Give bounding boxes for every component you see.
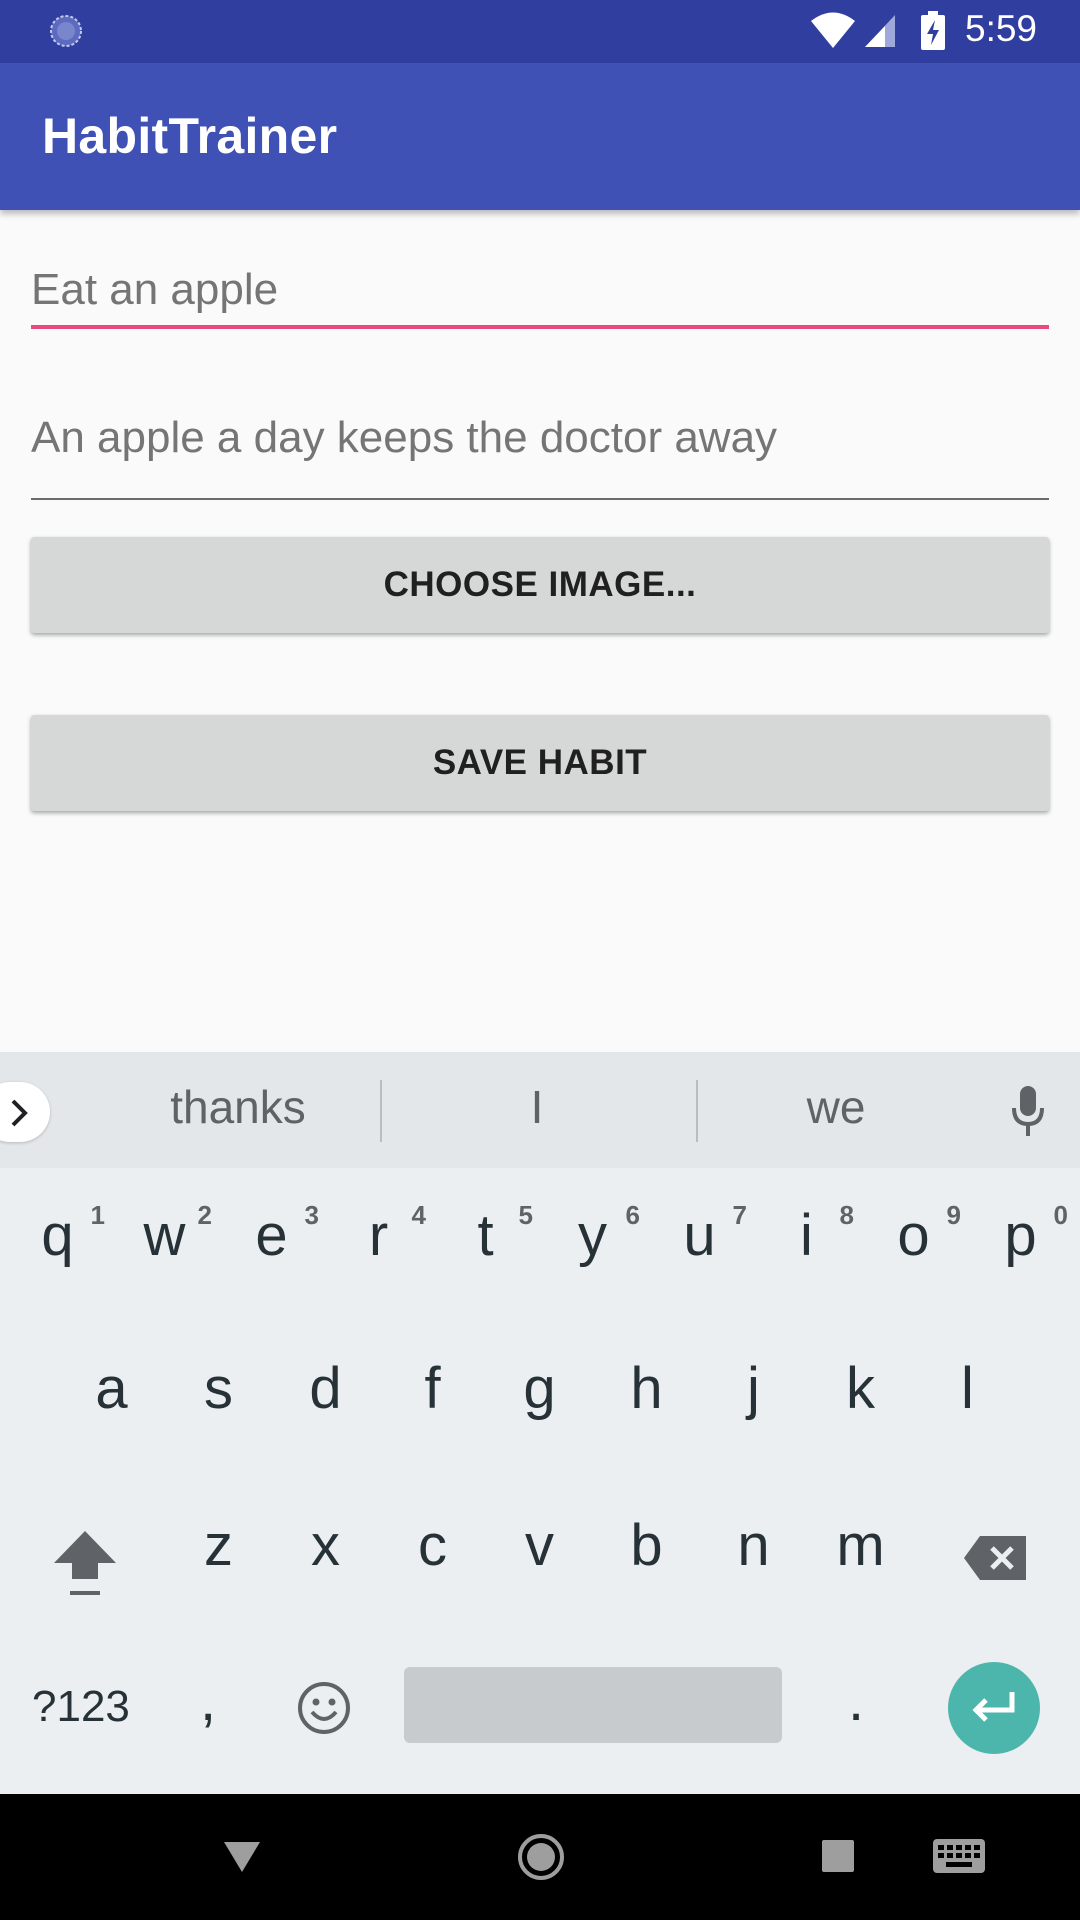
key-hint: 5: [518, 1200, 533, 1230]
key-n[interactable]: n: [700, 1512, 807, 1579]
key-label: e: [255, 1203, 288, 1268]
emoji-icon[interactable]: [296, 1680, 352, 1736]
key-x[interactable]: x: [272, 1512, 379, 1579]
back-triangle-icon[interactable]: [220, 1834, 264, 1878]
key-c[interactable]: c: [379, 1512, 486, 1579]
suggestion-divider: [380, 1080, 382, 1142]
save-habit-button[interactable]: SAVE HABIT: [31, 715, 1049, 811]
enter-key[interactable]: [948, 1662, 1040, 1754]
key-e[interactable]: e3: [218, 1200, 325, 1269]
key-k[interactable]: k: [807, 1355, 914, 1422]
app-bar: HabitTrainer: [0, 63, 1080, 210]
description-input-underline: [31, 498, 1049, 500]
choose-image-button[interactable]: CHOOSE IMAGE...: [31, 537, 1049, 633]
backspace-icon[interactable]: [962, 1534, 1028, 1582]
suggestion-1[interactable]: thanks: [108, 1080, 368, 1134]
key-label: o: [897, 1203, 930, 1268]
habit-title-input[interactable]: [31, 260, 1049, 320]
period-key[interactable]: .: [848, 1667, 864, 1734]
key-y[interactable]: y6: [539, 1200, 646, 1269]
wifi-icon: [811, 12, 855, 48]
key-label: w: [143, 1203, 186, 1268]
key-j[interactable]: j: [700, 1355, 807, 1422]
sync-icon: [50, 15, 82, 47]
key-label: p: [1004, 1203, 1037, 1268]
key-m[interactable]: m: [807, 1512, 914, 1579]
key-label: t: [477, 1203, 494, 1268]
key-label: i: [800, 1203, 813, 1268]
enter-arrow-icon: [972, 1692, 1015, 1722]
title-input-underline: [31, 325, 1049, 329]
space-key[interactable]: [404, 1667, 782, 1743]
key-h[interactable]: h: [593, 1355, 700, 1422]
key-hint: 1: [90, 1200, 105, 1230]
key-hint: 3: [304, 1200, 319, 1230]
key-hint: 4: [411, 1200, 426, 1230]
key-a[interactable]: a: [58, 1355, 165, 1422]
microphone-icon[interactable]: [1010, 1084, 1046, 1138]
key-i[interactable]: i8: [753, 1200, 860, 1269]
key-hint: 0: [1053, 1200, 1068, 1230]
key-w[interactable]: w2: [111, 1200, 218, 1269]
status-bar: 5:59: [0, 0, 1080, 63]
key-d[interactable]: d: [272, 1355, 379, 1422]
key-q[interactable]: q1: [4, 1200, 111, 1269]
suggestion-divider: [696, 1080, 698, 1142]
habit-description-input[interactable]: [31, 408, 1049, 468]
key-hint: 8: [839, 1200, 854, 1230]
key-f[interactable]: f: [379, 1355, 486, 1422]
key-hint: 7: [732, 1200, 747, 1230]
key-label: u: [683, 1203, 716, 1268]
keyboard-switch-icon[interactable]: [932, 1838, 986, 1876]
symbols-key[interactable]: ?123: [32, 1682, 130, 1732]
key-hint: 9: [946, 1200, 961, 1230]
app-title: HabitTrainer: [42, 108, 338, 164]
signal-icon: [865, 15, 895, 47]
expand-toolbar-button[interactable]: [0, 1082, 50, 1142]
key-l[interactable]: l: [914, 1355, 1021, 1422]
key-z[interactable]: z: [165, 1512, 272, 1579]
chevron-right-icon: [11, 1099, 28, 1127]
battery-charging-icon: [921, 11, 945, 50]
shift-icon[interactable]: [52, 1527, 118, 1599]
key-r[interactable]: r4: [325, 1200, 432, 1269]
key-hint: 6: [625, 1200, 640, 1230]
system-nav-bar: [0, 1794, 1080, 1920]
soft-keyboard: thanks I we q1 w2 e3 r4 t5 y6 u7 i8 o9 p…: [0, 1052, 1080, 1794]
suggestion-strip: thanks I we: [0, 1052, 1080, 1168]
key-t[interactable]: t5: [432, 1200, 539, 1269]
key-label: y: [578, 1203, 607, 1268]
recents-square-icon[interactable]: [820, 1838, 856, 1874]
suggestion-3[interactable]: we: [706, 1080, 966, 1134]
key-p[interactable]: p0: [967, 1200, 1074, 1269]
key-hint: 2: [197, 1200, 212, 1230]
suggestion-2[interactable]: I: [407, 1080, 667, 1134]
key-label: q: [41, 1203, 74, 1268]
key-s[interactable]: s: [165, 1355, 272, 1422]
key-o[interactable]: o9: [860, 1200, 967, 1269]
key-g[interactable]: g: [486, 1355, 593, 1422]
status-time: 5:59: [965, 8, 1038, 49]
key-u[interactable]: u7: [646, 1200, 753, 1269]
home-circle-icon[interactable]: [516, 1832, 566, 1882]
comma-key[interactable]: ,: [200, 1667, 216, 1734]
key-b[interactable]: b: [593, 1512, 700, 1579]
key-label: r: [368, 1203, 389, 1268]
key-v[interactable]: v: [486, 1512, 593, 1579]
